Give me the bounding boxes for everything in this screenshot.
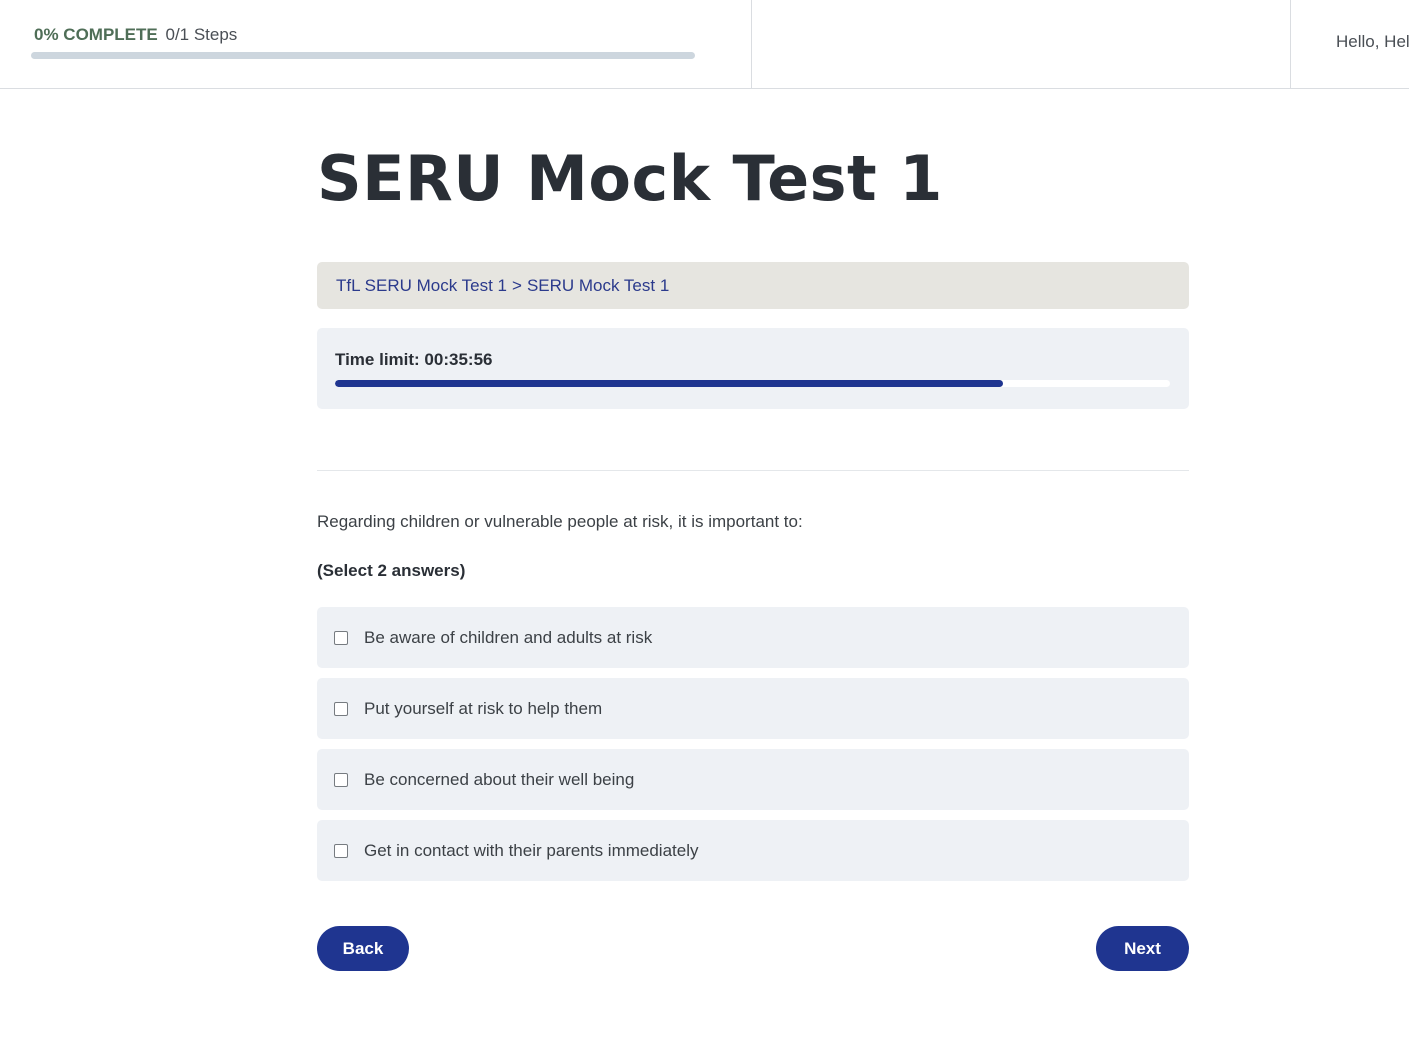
question-text: Regarding children or vulnerable people … [317, 512, 803, 531]
section-divider [317, 470, 1189, 471]
answer-instruction: (Select 2 answers) [317, 561, 465, 581]
answer-checkbox[interactable] [334, 843, 348, 858]
answer-label: Put yourself at risk to help them [364, 698, 603, 718]
breadcrumb-separator: > [512, 275, 522, 295]
header-divider [1290, 0, 1291, 88]
answer-option[interactable]: Get in contact with their parents immedi… [317, 820, 1189, 881]
time-limit-bar [335, 380, 1170, 387]
header-divider [751, 0, 752, 88]
top-bar: 0% COMPLETE 0/1 Steps Hello, Hel [0, 0, 1409, 89]
time-limit-bar-fill [335, 380, 1003, 387]
breadcrumb-course-link[interactable]: TfL SERU Mock Test 1 [336, 276, 507, 296]
time-limit-label: Time limit: 00:35:56 [335, 350, 493, 369]
answer-option[interactable]: Be concerned about their well being [317, 749, 1189, 810]
answer-list: Be aware of children and adults at risk … [317, 607, 1189, 891]
course-progress-text: 0% COMPLETE 0/1 Steps [31, 24, 695, 46]
next-button[interactable]: Next [1096, 926, 1189, 971]
answer-option[interactable]: Be aware of children and adults at risk [317, 607, 1189, 668]
course-progress-bar [31, 52, 695, 59]
course-progress: 0% COMPLETE 0/1 Steps [31, 24, 695, 59]
answer-checkbox[interactable] [334, 701, 348, 716]
breadcrumb-lesson-link[interactable]: SERU Mock Test 1 [527, 276, 669, 296]
answer-checkbox[interactable] [334, 772, 348, 787]
answer-label: Be aware of children and adults at risk [364, 627, 653, 647]
page-title: SERU Mock Test 1 [317, 142, 943, 215]
progress-percent-label: 0% COMPLETE [34, 25, 158, 44]
answer-checkbox[interactable] [334, 630, 348, 645]
breadcrumb: TfL SERU Mock Test 1 > SERU Mock Test 1 [317, 262, 1189, 309]
time-limit-panel: Time limit: 00:35:56 [317, 328, 1189, 409]
progress-steps-label: 0/1 Steps [165, 25, 238, 44]
user-greeting-menu[interactable]: Hello, Hel [1336, 32, 1409, 52]
back-button[interactable]: Back [317, 926, 409, 971]
answer-option[interactable]: Put yourself at risk to help them [317, 678, 1189, 739]
answer-label: Be concerned about their well being [364, 769, 635, 789]
answer-label: Get in contact with their parents immedi… [364, 840, 699, 860]
answer-instruction-text: (Select 2 answers) [317, 561, 466, 580]
